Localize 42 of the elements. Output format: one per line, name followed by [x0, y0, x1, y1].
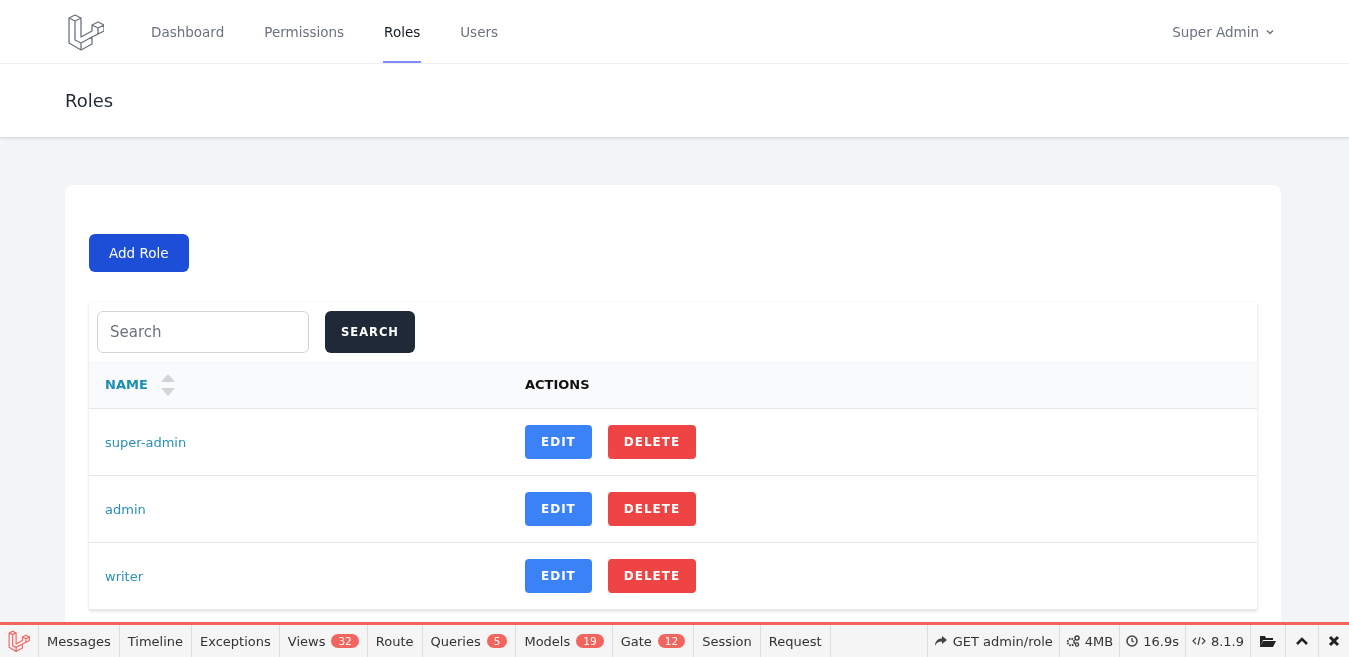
debug-tab[interactable]: Route [367, 625, 423, 657]
search-field[interactable]: Search [97, 311, 309, 353]
delete-button[interactable]: DELETE [607, 425, 697, 459]
column-header: ACTIONS [525, 377, 590, 392]
search-button[interactable]: SEARCH [325, 311, 415, 353]
delete-button[interactable]: DELETE [607, 492, 697, 526]
role-name-link[interactable]: super-admin [105, 434, 187, 450]
add-role-button[interactable]: Add Role [89, 234, 189, 272]
nav-link[interactable]: Users [459, 0, 500, 63]
debug-stat: GET admin/role [952, 633, 1053, 649]
debug-tab[interactable]: Session [694, 625, 761, 657]
debug-tab[interactable]: Timeline [119, 625, 193, 657]
edit-button[interactable]: EDIT [525, 492, 592, 526]
role-name-link[interactable]: writer [105, 568, 144, 584]
code-icon [1191, 635, 1206, 647]
debug-tab[interactable]: Gate 12 [612, 625, 695, 657]
debug-tab[interactable]: Queries 5 [422, 625, 517, 657]
debug-stat: 8.1.9 [1210, 633, 1244, 649]
nav-link[interactable]: Dashboard [150, 0, 226, 63]
count-badge: 12 [657, 634, 686, 648]
count-badge: 32 [331, 634, 359, 648]
clock-icon [1126, 635, 1139, 647]
debug-tab[interactable]: Request [760, 625, 831, 657]
count-badge: 5 [486, 634, 508, 648]
page-title: Roles [65, 90, 114, 111]
user-menu-button[interactable]: Super Admin [1166, 0, 1281, 63]
debug-tab[interactable]: Messages [39, 625, 120, 657]
gears-icon [1065, 635, 1080, 647]
debug-stat: 16.9s [1143, 633, 1179, 649]
debug-tab[interactable]: Views 32 [279, 625, 368, 657]
nav-link[interactable]: Permissions [263, 0, 346, 63]
column-header[interactable]: NAME [105, 377, 148, 392]
role-name-link[interactable]: admin [105, 501, 146, 517]
debug-tab[interactable]: Models 19 [516, 625, 613, 657]
edit-button[interactable]: EDIT [525, 425, 592, 459]
share-arrow-icon [933, 635, 948, 647]
cube-logo-icon[interactable] [68, 12, 104, 51]
debug-tab[interactable]: Exceptions [192, 625, 280, 657]
count-badge: 19 [576, 634, 604, 648]
edit-button[interactable]: EDIT [525, 559, 592, 593]
delete-button[interactable]: DELETE [607, 559, 697, 593]
debug-stat: 4MB [1084, 633, 1114, 649]
